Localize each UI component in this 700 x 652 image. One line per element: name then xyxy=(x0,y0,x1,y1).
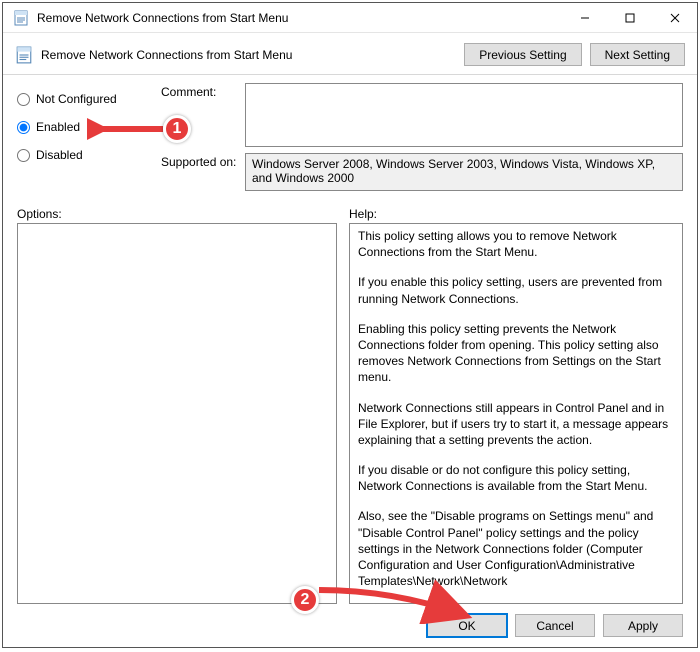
cancel-button[interactable]: Cancel xyxy=(515,614,595,637)
help-paragraph: This policy setting allows you to remove… xyxy=(358,228,674,260)
minimize-button[interactable] xyxy=(562,3,607,32)
help-paragraph: Also, see the "Disable programs on Setti… xyxy=(358,508,674,589)
radio-not-configured[interactable]: Not Configured xyxy=(17,85,157,113)
previous-setting-button[interactable]: Previous Setting xyxy=(464,43,581,66)
radio-not-configured-input[interactable] xyxy=(17,93,30,106)
help-paragraph: Network Connections still appears in Con… xyxy=(358,400,674,449)
help-paragraph: If you enable this policy setting, users… xyxy=(358,274,674,306)
options-pane xyxy=(17,223,337,604)
supported-on-label: Supported on: xyxy=(161,153,245,169)
policy-name: Remove Network Connections from Start Me… xyxy=(41,48,464,62)
radio-enabled-input[interactable] xyxy=(17,121,30,134)
ok-button[interactable]: OK xyxy=(427,614,507,637)
pane-headers: Options: Help: xyxy=(3,201,697,223)
help-pane[interactable]: This policy setting allows you to remove… xyxy=(349,223,683,604)
titlebar: Remove Network Connections from Start Me… xyxy=(3,3,697,33)
radio-disabled-input[interactable] xyxy=(17,149,30,162)
panes: This policy setting allows you to remove… xyxy=(3,223,697,608)
apply-button[interactable]: Apply xyxy=(603,614,683,637)
radio-label: Not Configured xyxy=(36,92,117,106)
radio-label: Disabled xyxy=(36,148,83,162)
window-controls xyxy=(562,3,697,32)
config-area: Not Configured Enabled Disabled Comment:… xyxy=(3,75,697,201)
maximize-button[interactable] xyxy=(607,3,652,32)
radio-enabled[interactable]: Enabled xyxy=(17,113,157,141)
radio-disabled[interactable]: Disabled xyxy=(17,141,157,169)
dialog-footer: OK Cancel Apply xyxy=(3,608,697,647)
help-header: Help: xyxy=(349,207,683,221)
next-setting-button[interactable]: Next Setting xyxy=(590,43,685,66)
comment-input[interactable] xyxy=(245,83,683,147)
options-header: Options: xyxy=(17,207,337,221)
close-button[interactable] xyxy=(652,3,697,32)
help-paragraph: If you disable or do not configure this … xyxy=(358,462,674,494)
state-radio-group: Not Configured Enabled Disabled xyxy=(17,83,157,197)
help-paragraph: Enabling this policy setting prevents th… xyxy=(358,321,674,386)
dialog-window: Remove Network Connections from Start Me… xyxy=(2,2,698,648)
policy-icon xyxy=(15,46,33,64)
supported-on-value: Windows Server 2008, Windows Server 2003… xyxy=(245,153,683,191)
policy-icon xyxy=(13,10,29,26)
comment-label: Comment: xyxy=(161,83,245,99)
policy-header: Remove Network Connections from Start Me… xyxy=(3,33,697,75)
radio-label: Enabled xyxy=(36,120,80,134)
window-title: Remove Network Connections from Start Me… xyxy=(37,11,562,25)
